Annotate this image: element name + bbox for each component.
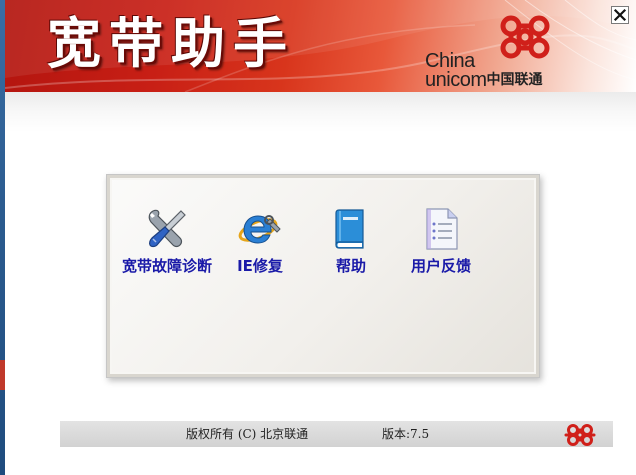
brand-unicom-chinese: 中国联通 [486,71,543,87]
tools-panel: 宽带故障诊断 IE修复 帮助 用户反馈 [106,174,540,378]
tool-label: IE修复 [237,257,283,275]
help-button[interactable]: 帮助 [311,205,391,276]
user-feedback-button[interactable]: 用户反馈 [395,205,487,276]
tool-label: 帮助 [335,257,366,275]
banner-fade [5,92,636,132]
broadband-assistant-window: 宽带助手 China unicom中国联通 宽带故障诊断 IE修复 帮助 用户反… [0,0,636,475]
wrench-screwdriver-icon [148,209,186,248]
brand-unicom-latin: unicom [425,69,487,91]
version-text: 版本:7.5 [382,427,430,441]
feedback-document-icon [426,208,458,250]
tool-label: 用户反馈 [410,257,471,275]
broadband-diagnosis-button[interactable]: 宽带故障诊断 [121,205,213,276]
tool-label: 宽带故障诊断 [121,257,212,275]
close-icon [613,8,627,22]
ie-repair-button[interactable]: IE修复 [220,205,300,276]
help-book-icon [335,209,364,249]
header-banner: 宽带助手 China unicom中国联通 [5,0,636,92]
china-unicom-knot-icon [564,424,596,446]
app-title: 宽带助手 [47,11,295,75]
ie-repair-icon [238,215,281,244]
china-unicom-knot-icon [500,15,550,59]
footer-bar: 版权所有 (C) 北京联通 版本:7.5 [60,421,613,447]
brand-unicom-text: unicom中国联通 [425,68,542,91]
close-button[interactable] [611,6,629,24]
copyright-text: 版权所有 (C) 北京联通 [186,427,309,441]
china-unicom-brand: China unicom中国联通 [425,12,575,91]
